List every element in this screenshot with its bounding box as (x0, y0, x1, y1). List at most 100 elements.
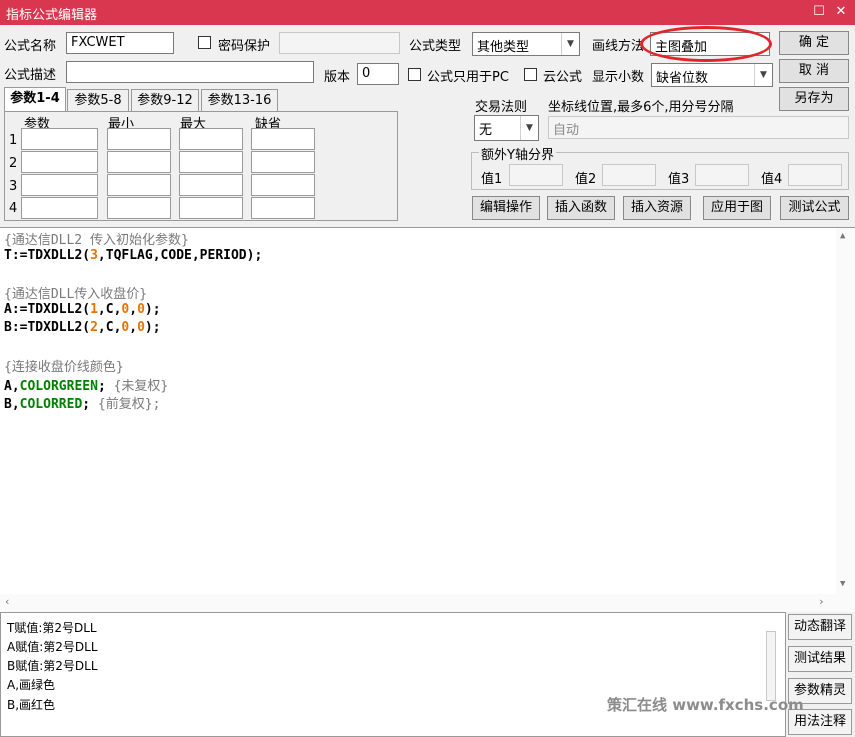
pc-only-checkbox[interactable] (408, 68, 421, 81)
param-2-min[interactable] (107, 151, 171, 173)
param-1-min[interactable] (107, 128, 171, 150)
y-value-4-input[interactable] (788, 164, 842, 186)
param-1-default[interactable] (251, 128, 315, 150)
code-token: T:=TDXDLL2( (4, 248, 91, 263)
insert-resource-button[interactable]: 插入资源 (623, 196, 691, 220)
code-comment: {通达信DLL传入收盘价} (4, 287, 148, 302)
code-line: B:=TDXDLL2(2,C,0,0); (4, 320, 161, 335)
version-input[interactable]: 0 (357, 63, 399, 85)
code-comment: {通达信DLL2 传入初始化参数} (4, 233, 189, 248)
chevron-down-icon[interactable]: ▼ (840, 579, 845, 589)
tab-params-9-12[interactable]: 参数9-12 (131, 89, 199, 111)
code-token: , (129, 320, 138, 335)
test-formula-button[interactable]: 测试公式 (780, 196, 849, 220)
param-2-name[interactable] (21, 151, 98, 173)
window-title: 指标公式编辑器 (6, 8, 98, 23)
password-checkbox[interactable] (198, 36, 211, 49)
code-editor[interactable]: {通达信DLL2 传入初始化参数} T:=TDXDLL2(3,TQFLAG,CO… (0, 227, 855, 612)
password-label: 密码保护 (218, 39, 271, 54)
param-3-max[interactable] (179, 174, 243, 196)
param-4-min[interactable] (107, 197, 171, 219)
draw-method-label: 画线方法 (592, 39, 645, 54)
tab-params-1-4[interactable]: 参数1-4 (4, 87, 66, 112)
tab-params-5-8[interactable]: 参数5-8 (67, 89, 129, 111)
close-icon[interactable]: ✕ (830, 2, 852, 22)
output-line: A赋值:第2号DLL (7, 640, 98, 654)
param-4-max[interactable] (179, 197, 243, 219)
param-3-min[interactable] (107, 174, 171, 196)
y-value-3-label: 值3 (668, 172, 690, 187)
y-value-1-label: 值1 (481, 172, 503, 187)
param-row-num: 3 (9, 179, 18, 194)
param-4-default[interactable] (251, 197, 315, 219)
code-number: 3 (90, 248, 98, 263)
formula-type-select[interactable]: 其他类型 ▼ (472, 32, 580, 56)
output-scrollbar[interactable] (766, 631, 776, 701)
cloud-checkbox[interactable] (524, 68, 537, 81)
code-token: ; (82, 397, 91, 412)
code-number: 0 (137, 302, 145, 317)
code-line: A:=TDXDLL2(1,C,0,0); (4, 302, 161, 317)
chevron-up-icon[interactable]: ▲ (840, 231, 845, 241)
decimals-label: 显示小数 (592, 70, 645, 85)
param-2-max[interactable] (179, 151, 243, 173)
param-3-default[interactable] (251, 174, 315, 196)
param-row-num: 4 (9, 201, 18, 216)
formula-name-input[interactable]: FXCWET (66, 32, 174, 54)
save-as-button[interactable]: 另存为 (779, 87, 849, 111)
insert-function-button[interactable]: 插入函数 (547, 196, 615, 220)
y-value-1-input[interactable] (509, 164, 563, 186)
code-token: ,C, (97, 320, 122, 335)
restore-icon[interactable]: ☐ (808, 2, 830, 22)
param-1-max[interactable] (179, 128, 243, 150)
code-token: B, (4, 397, 20, 412)
param-2-default[interactable] (251, 151, 315, 173)
code-line: B,COLORRED; {前复权}; (4, 393, 160, 412)
param-3-name[interactable] (21, 174, 98, 196)
code-token: A:=TDXDLL2( (4, 302, 91, 317)
chevron-down-icon: ▼ (561, 33, 579, 55)
y-value-2-input[interactable] (602, 164, 656, 186)
code-token: ; (97, 379, 106, 394)
password-input[interactable] (279, 32, 400, 54)
code-number: 0 (137, 320, 145, 335)
formula-desc-input[interactable] (66, 61, 314, 83)
dynamic-translate-button[interactable]: 动态翻译 (788, 614, 852, 640)
code-line: A,COLORGREEN; {未复权} (4, 375, 168, 394)
decimals-select[interactable]: 缺省位数 ▼ (651, 63, 773, 87)
version-label: 版本 (324, 70, 351, 85)
ok-button[interactable]: 确 定 (779, 31, 849, 55)
code-token: B:=TDXDLL2( (4, 320, 91, 335)
param-1-name[interactable] (21, 128, 98, 150)
trade-rule-select[interactable]: 无 ▼ (474, 115, 539, 141)
cloud-label: 云公式 (543, 70, 583, 85)
trade-rule-value: 无 (479, 123, 493, 138)
chevron-down-icon: ▼ (520, 116, 538, 140)
param-4-name[interactable] (21, 197, 98, 219)
test-result-button[interactable]: 测试结果 (788, 646, 852, 672)
formula-name-label: 公式名称 (4, 39, 57, 54)
code-token: ,TQFLAG,CODE,PERIOD); (97, 248, 263, 263)
code-number: 1 (90, 302, 98, 317)
apply-to-chart-button[interactable]: 应用于图 (703, 196, 771, 220)
chevron-right-icon[interactable]: › (818, 595, 825, 608)
code-token: A, (4, 379, 20, 394)
formula-type-value: 其他类型 (477, 40, 530, 55)
chevron-down-icon: ▼ (754, 64, 772, 86)
cancel-button[interactable]: 取 消 (779, 59, 849, 83)
output-line: T赋值:第2号DLL (7, 621, 97, 635)
code-comment: {未复权} (105, 379, 169, 394)
chevron-left-icon[interactable]: ‹ (4, 595, 11, 608)
output-line: B赋值:第2号DLL (7, 659, 98, 673)
edit-ops-button[interactable]: 编辑操作 (472, 196, 540, 220)
y-value-3-input[interactable] (695, 164, 749, 186)
output-line: A,画绿色 (7, 678, 56, 692)
code-line: T:=TDXDLL2(3,TQFLAG,CODE,PERIOD); (4, 248, 262, 263)
editor-hscrollbar[interactable]: ‹ › (0, 594, 836, 612)
tab-params-13-16[interactable]: 参数13-16 (201, 89, 278, 111)
pc-only-label: 公式只用于PC (427, 70, 509, 85)
y-axis-group-title: 额外Y轴分界 (479, 144, 556, 163)
editor-vscrollbar[interactable]: ▲ ▼ (836, 228, 854, 612)
y-value-4-label: 值4 (761, 172, 783, 187)
coord-line-input[interactable]: 自动 (548, 116, 849, 139)
